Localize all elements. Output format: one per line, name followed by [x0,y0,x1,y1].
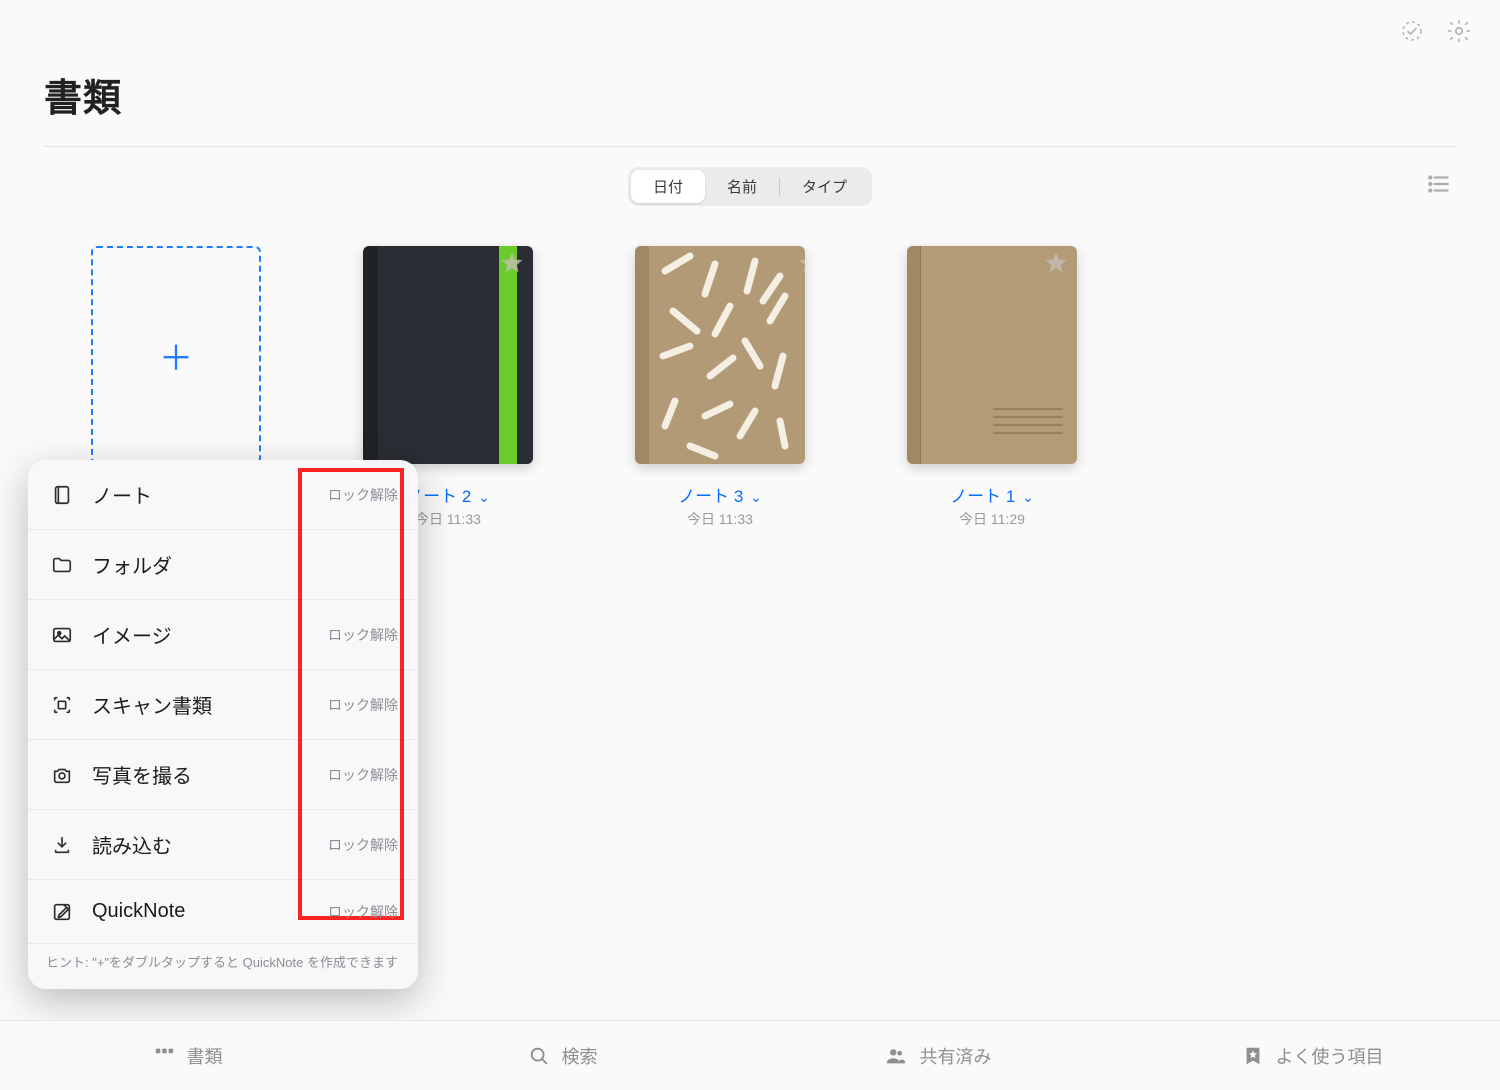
note-title[interactable]: ノート 2 ⌄ [406,482,490,507]
tab-documents[interactable]: 書類 [0,1043,375,1069]
plus-icon: ＋ [159,331,193,380]
note-title[interactable]: ノート 1 ⌄ [950,482,1034,507]
sync-icon[interactable] [1400,19,1424,48]
star-icon[interactable] [1043,250,1069,281]
note-time: 今日 11:29 [959,509,1025,529]
sort-type[interactable]: タイプ [780,170,869,203]
notebook-item[interactable]: ノート 1 ⌄ 今日 11:29 [892,246,1092,529]
sort-segmented: 日付 名前 タイプ [628,167,872,206]
chevron-down-icon: ⌄ [1022,489,1034,505]
tab-favorites[interactable]: よく使う項目 [1125,1043,1500,1069]
menu-item-image[interactable]: イメージ ロック解除 [28,600,418,670]
note-icon [48,484,76,506]
sort-name[interactable]: 名前 [705,170,779,203]
star-icon[interactable] [499,250,525,281]
chevron-down-icon: ⌄ [478,489,490,505]
note-time: 今日 11:33 [415,509,481,529]
menu-item-folder[interactable]: フォルダ [28,530,418,600]
notebook-item[interactable]: ノート 3 ⌄ 今日 11:33 [620,246,820,529]
import-icon [48,834,76,856]
add-menu-popup: ノート ロック解除 フォルダ イメージ ロック解除 スキャン書類 ロック解除 写… [28,460,418,989]
menu-item-import[interactable]: 読み込む ロック解除 [28,810,418,880]
menu-item-camera[interactable]: 写真を撮る ロック解除 [28,740,418,810]
folder-icon [48,554,76,576]
page-title: 書類 [0,49,1500,146]
menu-item-scan[interactable]: スキャン書類 ロック解除 [28,670,418,740]
chevron-down-icon: ⌄ [750,489,762,505]
sort-date[interactable]: 日付 [631,170,705,203]
tab-search[interactable]: 検索 [375,1043,750,1069]
note-title[interactable]: ノート 3 ⌄ [678,482,762,507]
menu-item-note[interactable]: ノート ロック解除 [28,460,418,530]
edit-icon [48,901,76,923]
gear-icon[interactable] [1446,18,1472,49]
popup-hint: ヒント: "+"をダブルタップすると QuickNote を作成できます [28,944,418,989]
bottom-bar: 書類 検索 共有済み よく使う項目 [0,1020,1500,1090]
camera-icon [48,764,76,786]
scan-icon [48,694,76,716]
note-time: 今日 11:33 [687,509,753,529]
tab-shared[interactable]: 共有済み [750,1043,1125,1069]
add-note-button[interactable]: ＋ [91,246,261,464]
image-icon [48,624,76,646]
menu-item-quicknote[interactable]: QuickNote ロック解除 [28,880,418,944]
list-view-icon[interactable] [1426,171,1452,202]
